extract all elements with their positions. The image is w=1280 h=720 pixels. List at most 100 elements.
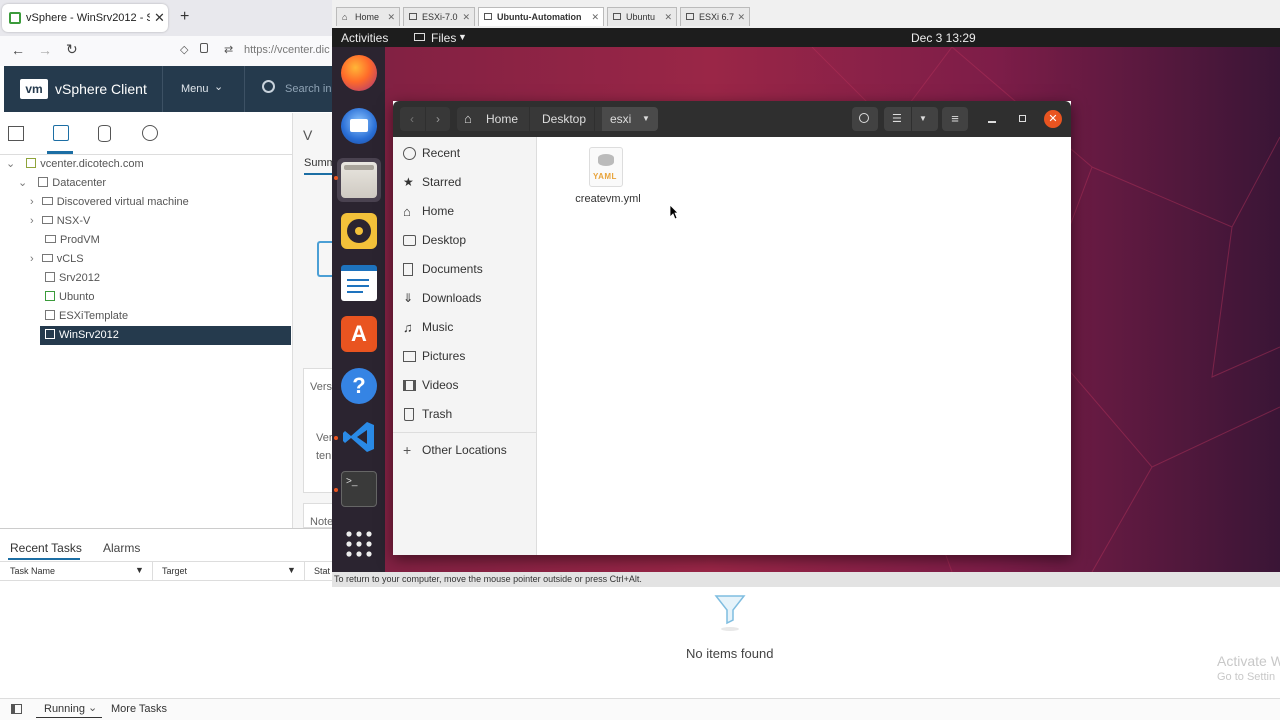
sidebar-item-home[interactable]: ⌂ Home: [393, 197, 537, 226]
terminal-icon[interactable]: >_: [341, 471, 377, 507]
tab-alarms[interactable]: Alarms: [103, 541, 140, 555]
card-label: Vers: [310, 381, 333, 393]
menu-button[interactable]: Menu: [181, 83, 209, 95]
tasks-body: No items found Activate W Go to Settin R…: [0, 587, 1280, 720]
sidebar-item-desktop[interactable]: Desktop: [393, 226, 537, 255]
hosts-clusters-icon[interactable]: [8, 126, 24, 141]
divider: [393, 432, 537, 433]
reload-icon[interactable]: ↻: [66, 41, 78, 58]
browser-tab[interactable]: vSphere - WinSrv2012 - Summa ✕: [2, 4, 168, 32]
tree-node[interactable]: Ubunto: [45, 288, 94, 307]
tree-node[interactable]: ProdVM: [45, 231, 100, 250]
tab-summary[interactable]: Summ: [304, 157, 336, 169]
tree-node[interactable]: › Discovered virtual machine: [30, 193, 189, 212]
firefox-icon[interactable]: [341, 55, 377, 91]
storage-icon[interactable]: [98, 125, 111, 142]
collapse-panel-icon[interactable]: [11, 704, 22, 714]
close-icon[interactable]: ✕: [664, 8, 672, 26]
console-tab-home[interactable]: ⌂ Home ✕: [336, 7, 400, 26]
running-indicator: [334, 436, 338, 440]
url-bar[interactable]: ◇ ⇄ https://vcenter.dic: [178, 41, 332, 61]
console-tab-ubuntu[interactable]: Ubuntu ✕: [607, 7, 677, 26]
menu-icon[interactable]: ≡: [942, 107, 968, 131]
files-icon[interactable]: [341, 162, 377, 198]
sidebar-item-trash[interactable]: Trash: [393, 400, 537, 429]
sidebar-item-other-locations[interactable]: + Other Locations: [393, 436, 537, 465]
more-tasks-link[interactable]: More Tasks: [111, 703, 167, 715]
vscode-icon[interactable]: [341, 419, 377, 455]
sidebar-item-music[interactable]: ♫ Music: [393, 313, 537, 342]
thunderbird-icon[interactable]: [341, 108, 377, 144]
ubuntu-software-icon[interactable]: A: [341, 316, 377, 352]
vms-templates-icon[interactable]: [53, 125, 69, 141]
console-tab-esxi70[interactable]: ESXi-7.0 ✕: [403, 7, 475, 26]
vcenter-icon: [26, 158, 37, 168]
console-tab-ubuntu-automation[interactable]: Ubuntu-Automation ✕: [478, 7, 604, 26]
tree-node[interactable]: ⌄ Datacenter: [18, 174, 106, 193]
search-button[interactable]: [852, 107, 878, 131]
new-tab-icon[interactable]: +: [180, 8, 189, 26]
folder-icon: [41, 216, 53, 224]
tree-node-selected[interactable]: WinSrv2012: [40, 326, 291, 345]
files-headerbar: ‹ › ⌂ Home Desktop esxi ▼ ☰ ▼ ≡ ✕: [393, 101, 1071, 137]
list-view-icon[interactable]: ☰: [892, 107, 902, 131]
minimize-icon[interactable]: [988, 121, 996, 123]
filter-icon[interactable]: ▼: [287, 565, 296, 575]
folder-icon: [45, 235, 56, 243]
filter-icon[interactable]: ▼: [135, 565, 144, 575]
rhythmbox-icon[interactable]: [341, 213, 377, 249]
tree-node[interactable]: › NSX-V: [30, 212, 90, 231]
text-line: [347, 279, 369, 281]
sidebar-item-recent[interactable]: Recent: [393, 139, 537, 168]
path-desktop[interactable]: Desktop: [542, 107, 586, 131]
console-tab-esxi67[interactable]: ESXi 6.7 ✕: [680, 7, 750, 26]
close-icon[interactable]: ✕: [1044, 110, 1062, 128]
close-icon[interactable]: ✕: [462, 8, 470, 26]
divider: [594, 107, 595, 131]
sidebar-item-pictures[interactable]: Pictures: [393, 342, 537, 371]
forward-icon[interactable]: ›: [436, 107, 440, 131]
tree-node-label: Datacenter: [52, 177, 107, 189]
back-icon[interactable]: ←: [11, 42, 25, 58]
sidebar-item-starred[interactable]: ★ Starred: [393, 168, 537, 197]
sidebar-item-videos[interactable]: Videos: [393, 371, 537, 400]
forward-icon[interactable]: →: [38, 42, 52, 58]
tree-node[interactable]: ESXiTemplate: [45, 307, 128, 326]
col-status[interactable]: Stat: [314, 566, 330, 576]
networking-icon[interactable]: [142, 125, 158, 141]
file-item[interactable]: YAML createvm.yml: [568, 145, 648, 213]
show-applications-icon[interactable]: [346, 531, 372, 557]
col-task-name[interactable]: Task Name: [10, 566, 55, 576]
music-icon: ♫: [403, 320, 413, 335]
browser-tab-bar: vSphere - WinSrv2012 - Summa ✕ +: [0, 0, 332, 36]
vm-icon: [613, 13, 621, 20]
maximize-icon[interactable]: [1019, 115, 1026, 122]
close-icon[interactable]: ✕: [591, 8, 599, 26]
close-icon[interactable]: ✕: [387, 8, 395, 26]
inventory-tree: ⌄ vcenter.dicotech.com ⌄ Datacenter › Di…: [0, 155, 292, 527]
clock[interactable]: Dec 3 13:29: [911, 31, 976, 45]
tree-node[interactable]: Srv2012: [45, 269, 100, 288]
close-tab-icon[interactable]: ✕: [154, 10, 165, 26]
back-icon[interactable]: ‹: [410, 107, 414, 131]
path-home[interactable]: Home: [486, 107, 518, 131]
tree-node[interactable]: ⌄ vcenter.dicotech.com: [6, 155, 144, 174]
view-dropdown-icon[interactable]: ▼: [919, 107, 927, 131]
search-icon[interactable]: [262, 80, 275, 93]
tree-node[interactable]: › vCLS: [30, 250, 84, 269]
close-icon[interactable]: ✕: [737, 8, 745, 26]
sidebar-item-documents[interactable]: Documents: [393, 255, 537, 284]
help-icon[interactable]: ?: [341, 368, 377, 404]
picture-icon: [403, 351, 416, 362]
active-tab-indicator: [304, 173, 333, 175]
col-target[interactable]: Target: [162, 566, 187, 576]
activities-button[interactable]: Activities: [341, 31, 388, 45]
tab-recent-tasks[interactable]: Recent Tasks: [10, 541, 82, 555]
vm-console-thumbnail[interactable]: [317, 241, 333, 277]
libreoffice-writer-icon[interactable]: [341, 265, 377, 301]
filter-running-select[interactable]: Running: [44, 703, 85, 715]
sidebar-item-downloads[interactable]: ⇓ Downloads: [393, 284, 537, 313]
search-input[interactable]: Search in: [285, 83, 331, 95]
app-menu[interactable]: Files: [431, 31, 456, 45]
vm-logo: vm: [20, 79, 48, 99]
